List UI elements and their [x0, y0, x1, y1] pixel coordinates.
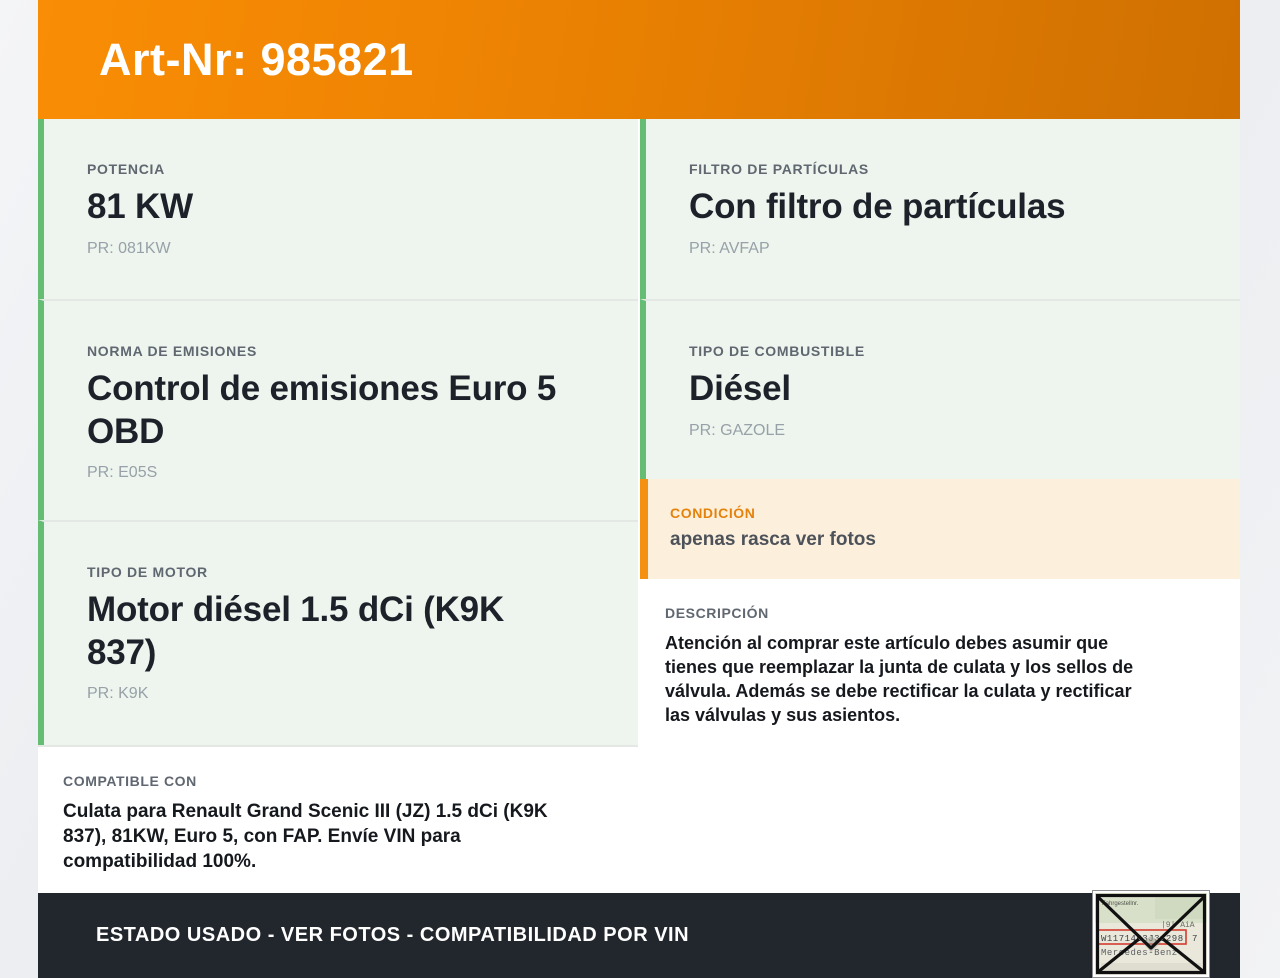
spec-value: Diésel — [689, 369, 791, 408]
footer-text: ESTADO USADO - VER FOTOS - COMPATIBILIDA… — [96, 924, 690, 946]
brand-text: Mercedes-Benz — [1101, 948, 1178, 958]
page-title: Art-Nr: 985821 — [99, 33, 414, 85]
card-filtro-particulas: FILTRO DE PARTÍCULAS Con filtro de partí… — [640, 119, 1240, 299]
vin-photo-thumbnail[interactable]: Fahrgestellnr. |9| AiA W1171463J31298 7 … — [1092, 890, 1210, 978]
spec-value: 81 KW — [87, 187, 193, 226]
spec-label: NORMA DE EMISIONES — [87, 343, 257, 359]
spec-grid: POTENCIA 81 KW PR: 081KW NORMA DE EMISIO… — [38, 119, 1240, 893]
vin-suffix: 7 — [1192, 934, 1197, 944]
condition-card: CONDICIÓN apenas rasca ver fotos — [640, 479, 1240, 579]
description-text: Atención al comprar este artículo debes … — [665, 633, 1134, 725]
spec-label: TIPO DE MOTOR — [87, 564, 208, 580]
description-section: DESCRIPCIÓN Atención al comprar este art… — [640, 579, 1240, 893]
card-tipo-motor: TIPO DE MOTOR Motor diésel 1.5 dCi (K9K … — [38, 520, 638, 745]
card-norma-emisiones: NORMA DE EMISIONES Control de emisiones … — [38, 299, 638, 520]
card-tipo-combustible: TIPO DE COMBUSTIBLE Diésel PR: GAZOLE — [640, 299, 1240, 479]
right-column: FILTRO DE PARTÍCULAS Con filtro de partí… — [640, 119, 1240, 893]
compatible-text: Culata para Renault Grand Scenic III (JZ… — [63, 801, 548, 872]
spec-pr-code: PR: E05S — [87, 464, 158, 482]
spec-label: TIPO DE COMBUSTIBLE — [689, 343, 865, 359]
condition-label: CONDICIÓN — [670, 505, 756, 521]
description-label: DESCRIPCIÓN — [665, 605, 769, 621]
spec-pr-code: PR: AVFAP — [689, 239, 770, 257]
header-banner: Art-Nr: 985821 — [38, 0, 1240, 119]
spec-pr-code: PR: K9K — [87, 685, 149, 703]
compatible-label: COMPATIBLE CON — [63, 773, 197, 789]
listing-page: Art-Nr: 985821 POTENCIA 81 KW PR: 081KW … — [38, 0, 1240, 978]
card-potencia: POTENCIA 81 KW PR: 081KW — [38, 119, 638, 299]
spec-value: Con filtro de partículas — [689, 187, 1066, 226]
left-column: POTENCIA 81 KW PR: 081KW NORMA DE EMISIO… — [38, 119, 638, 893]
spec-label: FILTRO DE PARTÍCULAS — [689, 161, 869, 177]
spec-value: Control de emisiones Euro 5 OBD — [87, 369, 557, 451]
spec-value: Motor diésel 1.5 dCi (K9K 837) — [87, 590, 505, 672]
spec-pr-code: PR: GAZOLE — [689, 421, 786, 439]
vin-document: Fahrgestellnr. |9| AiA W1171463J31298 7 … — [1095, 893, 1207, 975]
footer-bar: ESTADO USADO - VER FOTOS - COMPATIBILIDA… — [38, 890, 1240, 978]
spec-pr-code: PR: 081KW — [87, 239, 171, 257]
condition-text: apenas rasca ver fotos — [670, 529, 876, 550]
spec-label: POTENCIA — [87, 161, 165, 177]
compatible-card: COMPATIBLE CON Culata para Renault Grand… — [38, 745, 638, 893]
